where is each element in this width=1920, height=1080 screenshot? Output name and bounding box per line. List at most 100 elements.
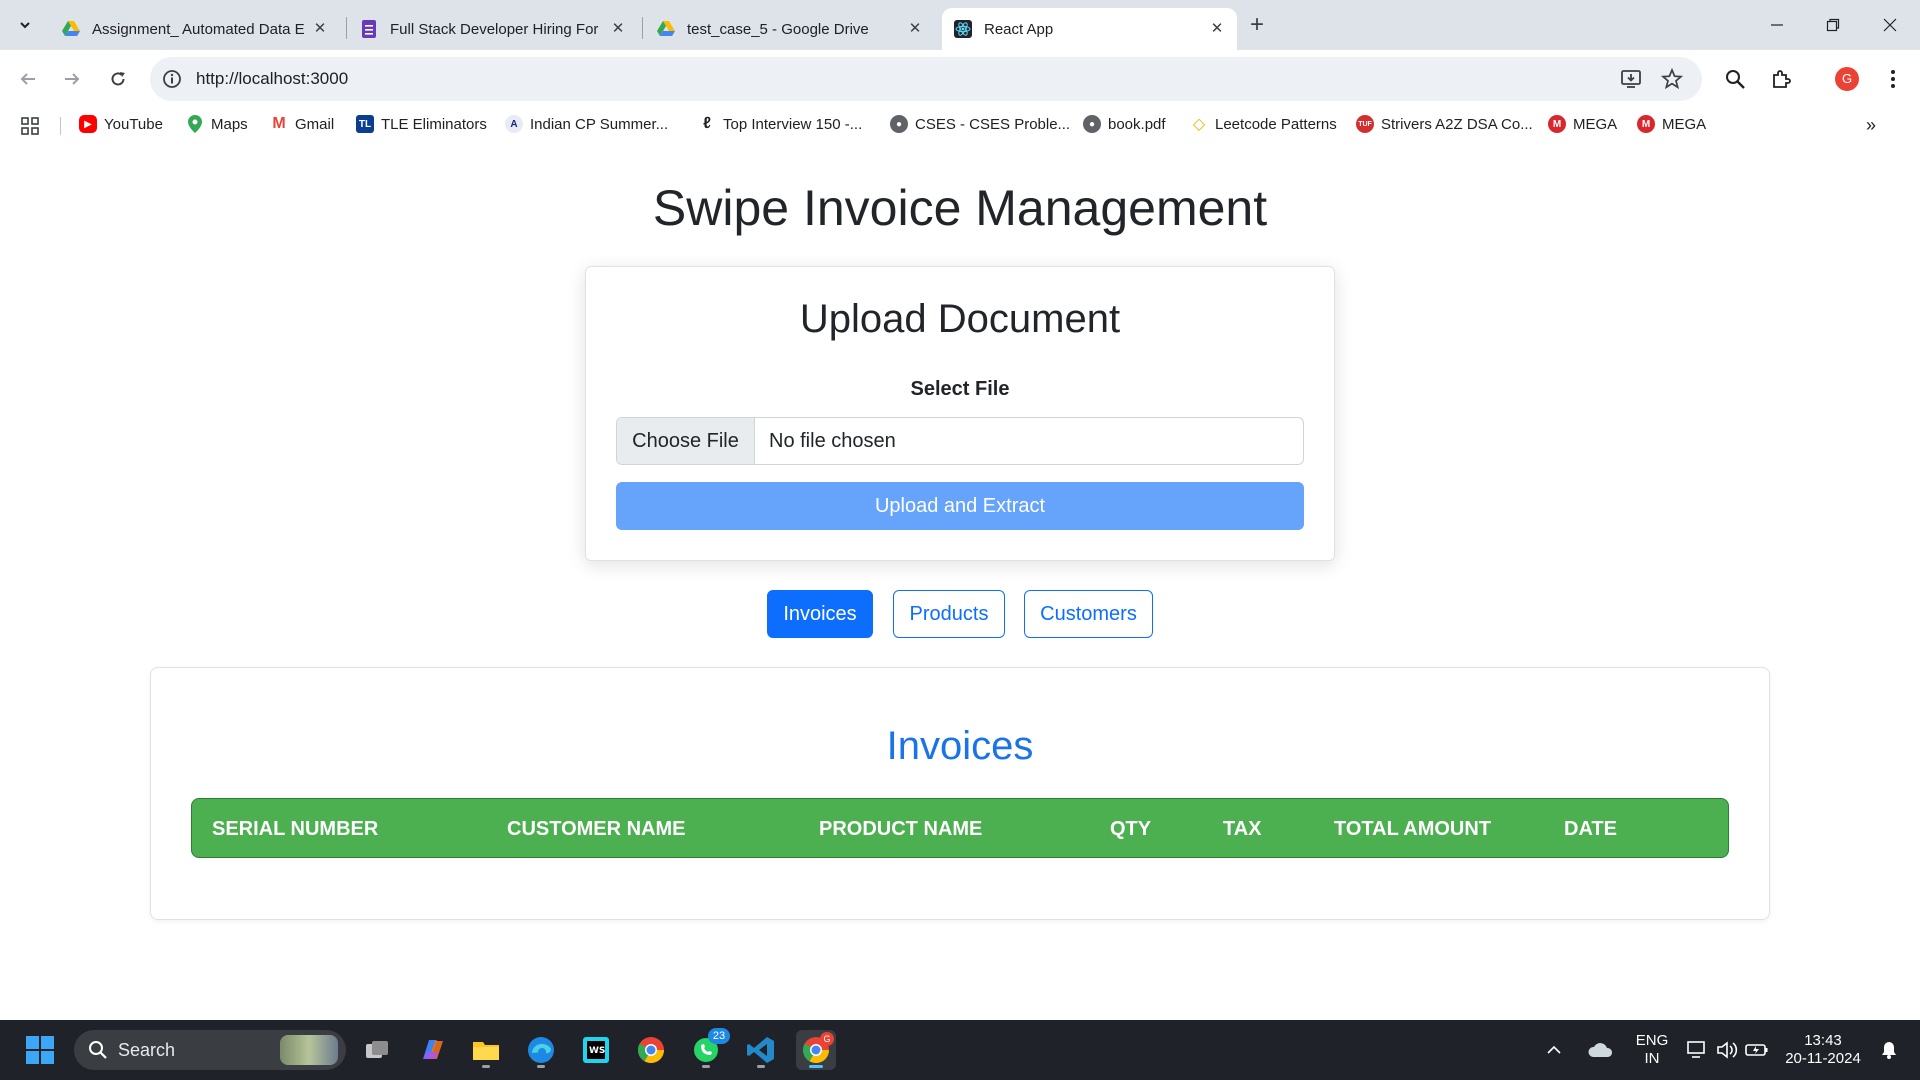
svg-text:WS: WS — [589, 1046, 605, 1056]
bookmark-tle[interactable]: TL TLE Eliminators — [356, 115, 487, 133]
more-bookmarks-icon[interactable]: » — [1866, 115, 1876, 136]
bookmark-label: MEGA — [1662, 115, 1707, 133]
chrome-icon[interactable] — [631, 1030, 671, 1070]
more-menu-icon[interactable] — [1878, 64, 1908, 94]
clock[interactable]: 13:43 20-11-2024 — [1776, 1032, 1870, 1068]
browser-tab-active[interactable]: React App ✕ — [942, 8, 1237, 50]
bookmark-indian-cp[interactable]: A Indian CP Summer... — [505, 115, 668, 133]
apps-grid-icon[interactable] — [21, 117, 39, 135]
column-header-product-name[interactable]: PRODUCT NAME — [819, 818, 982, 841]
invoices-table-card: Invoices SERIAL NUMBER CUSTOMER NAME PRO… — [150, 667, 1770, 920]
close-icon[interactable]: ✕ — [1209, 21, 1225, 37]
column-header-tax[interactable]: TAX — [1223, 818, 1262, 841]
battery-icon[interactable] — [1744, 1030, 1770, 1070]
vscode-icon[interactable] — [741, 1030, 781, 1070]
webstorm-icon[interactable]: WS — [576, 1030, 616, 1070]
column-header-customer-name[interactable]: CUSTOMER NAME — [507, 818, 686, 841]
region-label: IN — [1644, 1050, 1660, 1067]
column-header-serial-number[interactable]: SERIAL NUMBER — [212, 818, 378, 841]
back-button[interactable] — [13, 64, 43, 94]
bookmark-gmail[interactable]: M Gmail — [270, 115, 334, 133]
column-header-date[interactable]: DATE — [1564, 818, 1617, 841]
file-input[interactable]: Choose File No file chosen — [616, 417, 1304, 465]
reload-button[interactable] — [103, 64, 133, 94]
show-hidden-icons-chevron-up-icon[interactable] — [1542, 1030, 1566, 1070]
tab-invoices[interactable]: Invoices — [767, 590, 873, 638]
minimize-button[interactable] — [1759, 10, 1795, 40]
leetcode-patterns-icon: ◇ — [1192, 116, 1206, 133]
profile-avatar[interactable]: G — [1835, 67, 1859, 91]
browser-tab-1[interactable]: Assignment_ Automated Data E ✕ — [50, 8, 340, 50]
bookmark-top-interview[interactable]: ℓ Top Interview 150 -... — [698, 115, 862, 133]
browser-tab-3[interactable]: test_case_5 - Google Drive ✕ — [645, 8, 935, 50]
site-info-icon[interactable] — [162, 69, 182, 89]
choose-file-button[interactable]: Choose File — [617, 418, 755, 464]
page-title: Swipe Invoice Management — [652, 180, 1268, 236]
forward-button[interactable] — [57, 64, 87, 94]
column-header-total-amount[interactable]: TOTAL AMOUNT — [1334, 818, 1491, 841]
close-icon[interactable]: ✕ — [907, 21, 923, 37]
browser-tab-strip: Assignment_ Automated Data E ✕ Full Stac… — [0, 0, 1920, 50]
tab-products[interactable]: Products — [893, 590, 1005, 638]
tab-separator — [346, 17, 347, 39]
bookmark-strivers[interactable]: TUF Strivers A2Z DSA Co... — [1356, 115, 1533, 133]
bookmark-mega-2[interactable]: M MEGA — [1637, 115, 1706, 133]
time-label: 13:43 — [1804, 1032, 1842, 1049]
bookmark-label: CSES - CSES Proble... — [915, 115, 1071, 133]
install-app-icon[interactable] — [1620, 68, 1642, 90]
tab-customers[interactable]: Customers — [1024, 590, 1153, 638]
bookmark-maps[interactable]: Maps — [186, 115, 248, 133]
tab-title: React App — [984, 20, 1054, 38]
running-indicator — [809, 1065, 823, 1068]
column-header-qty[interactable]: QTY — [1110, 818, 1151, 841]
url-text[interactable]: http://localhost:3000 — [196, 69, 348, 89]
bookmark-mega-1[interactable]: M MEGA — [1548, 115, 1617, 133]
browser-tab-2[interactable]: Full Stack Developer Hiring For ✕ — [348, 8, 638, 50]
edge-icon[interactable] — [521, 1030, 561, 1070]
language-indicator[interactable]: ENG IN — [1630, 1032, 1674, 1068]
taskbar-search-box[interactable]: Search — [74, 1030, 346, 1070]
upload-extract-button[interactable]: Upload and Extract — [616, 482, 1304, 530]
bookmark-star-icon[interactable] — [1661, 68, 1683, 90]
chrome-active-icon[interactable]: G — [796, 1030, 836, 1070]
table-header: SERIAL NUMBER CUSTOMER NAME PRODUCT NAME… — [191, 798, 1729, 858]
network-icon[interactable] — [1684, 1030, 1710, 1070]
volume-icon[interactable] — [1714, 1030, 1740, 1070]
bookmark-cses[interactable]: ● CSES - CSES Proble... — [890, 115, 1070, 133]
close-icon[interactable]: ✕ — [610, 21, 626, 37]
bookmark-youtube[interactable]: ▶ YouTube — [79, 115, 163, 133]
running-indicator — [757, 1065, 765, 1068]
whatsapp-icon[interactable]: 23 — [686, 1028, 730, 1070]
tab-title: test_case_5 - Google Drive — [687, 20, 869, 38]
close-window-button[interactable] — [1872, 10, 1908, 40]
tab-search-button[interactable] — [10, 10, 40, 40]
onedrive-icon[interactable] — [1585, 1030, 1615, 1070]
bookmark-label: TLE Eliminators — [381, 115, 487, 133]
tab-title: Full Stack Developer Hiring For — [390, 20, 599, 38]
copilot-icon[interactable] — [412, 1030, 452, 1070]
close-icon[interactable]: ✕ — [312, 21, 328, 37]
bookmark-label: MEGA — [1573, 115, 1618, 133]
bookmark-label: Indian CP Summer... — [530, 115, 669, 133]
task-view-icon[interactable] — [357, 1030, 397, 1070]
new-tab-button[interactable]: + — [1243, 12, 1271, 40]
page-content: Swipe Invoice Management Upload Document… — [0, 142, 1920, 1020]
bookmark-divider — [60, 117, 61, 135]
bookmark-label: YouTube — [104, 115, 163, 133]
globe-icon: ● — [890, 115, 908, 133]
tle-icon: TL — [356, 115, 374, 133]
zoom-icon[interactable] — [1720, 64, 1750, 94]
notification-bell-icon[interactable] — [1874, 1030, 1904, 1070]
windows-start-icon[interactable] — [20, 1030, 60, 1070]
restore-button[interactable] — [1815, 10, 1851, 40]
bookmark-label: Top Interview 150 -... — [723, 115, 863, 133]
bookmark-book-pdf[interactable]: ● book.pdf — [1083, 115, 1166, 133]
bookmark-label: Strivers A2Z DSA Co... — [1381, 115, 1533, 133]
address-bar[interactable]: http://localhost:3000 — [150, 57, 1702, 101]
date-label: 20-11-2024 — [1785, 1050, 1861, 1067]
extensions-icon[interactable] — [1766, 64, 1796, 94]
close-icon — [1883, 18, 1897, 32]
bookmark-leetcode-patterns[interactable]: ◇ Leetcode Patterns — [1190, 115, 1337, 134]
file-explorer-icon[interactable] — [466, 1030, 506, 1070]
reload-icon — [111, 72, 125, 86]
